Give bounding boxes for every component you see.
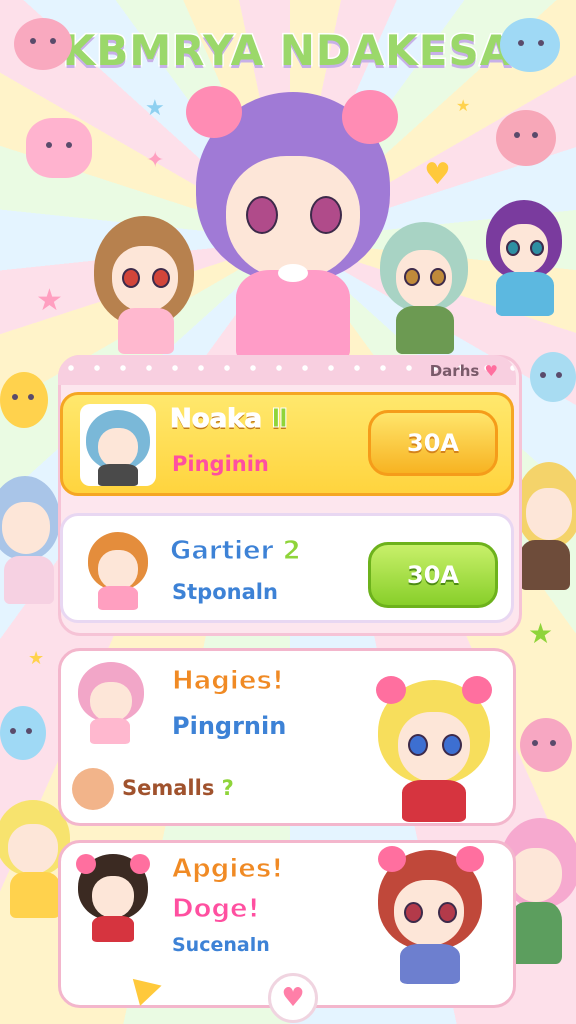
heart-icon: ♥: [424, 157, 451, 192]
red-hair-girl-character: [372, 846, 490, 986]
character-name-text: Noaka: [169, 404, 263, 435]
blue-creature-decoration: [530, 352, 576, 402]
blue-creature-decoration: [500, 18, 560, 72]
purple-hair-girl-character: [486, 200, 566, 320]
star-icon: ★: [456, 96, 471, 115]
blonde-twin-tail-girl-character: [372, 676, 496, 824]
star-icon: ★: [36, 283, 63, 318]
small-avatar: [72, 768, 114, 810]
star-icon: ★: [528, 617, 554, 650]
character-subtitle: Pingrnin: [172, 712, 287, 740]
character-name: Apgies!: [171, 854, 284, 885]
heart-icon: ♥: [484, 362, 498, 380]
pink-cat-decoration: [26, 118, 92, 178]
brown-hair-girl-character: [90, 216, 200, 356]
blonde-girl-character: [516, 462, 576, 592]
rank-badge: 2: [282, 536, 301, 567]
green-hair-boy-character: [380, 222, 470, 356]
star-icon: ✦: [146, 148, 165, 173]
star-icon: ★: [145, 96, 165, 121]
panel-tag: Darhs ♥: [430, 362, 498, 380]
card-extra-suffix: ?: [221, 776, 234, 800]
character-subtitle: Doge!: [172, 894, 261, 925]
card-extra-text: Semalls: [122, 776, 215, 800]
yellow-creature-decoration: [0, 372, 48, 428]
character-subtitle: Stponaln: [172, 580, 278, 604]
card-extra-label: Semalls ?: [122, 776, 234, 800]
character-name: Noaka Ⅱ: [169, 404, 289, 435]
avatar: [72, 852, 154, 944]
card-extra-label: Sucenaln: [172, 934, 270, 956]
pink-creature-decoration: [496, 110, 556, 166]
avatar: [80, 528, 156, 610]
select-button[interactable]: 30A: [368, 410, 498, 476]
blue-creature-decoration: [0, 706, 46, 760]
game-title: KBMRYA NDAKESA: [61, 25, 514, 77]
favorite-heart-button[interactable]: ♥: [268, 973, 318, 1023]
character-name: Gartier 2: [170, 536, 302, 567]
pink-creature-decoration: [14, 18, 72, 70]
game-screen: KBMRYA NDAKESA ★ ✦ ★ ♥ ★ ★ ★ Darhs ♥ Noa…: [0, 0, 576, 1024]
pink-creature-decoration: [520, 718, 572, 772]
main-character: [186, 86, 400, 382]
character-name-text: Gartier: [170, 536, 275, 567]
panel-tag-label: Darhs: [429, 362, 480, 380]
avatar: [80, 404, 156, 486]
star-icon: ★: [28, 648, 45, 669]
character-name: Hagies!: [172, 666, 285, 697]
avatar: [72, 660, 152, 746]
select-button[interactable]: 30A: [368, 542, 498, 608]
heart-icon: ♥: [281, 983, 305, 1013]
rank-badge: Ⅱ: [271, 404, 289, 435]
blue-hair-girl-character: [0, 476, 60, 606]
character-subtitle: Pinginin: [172, 452, 269, 476]
